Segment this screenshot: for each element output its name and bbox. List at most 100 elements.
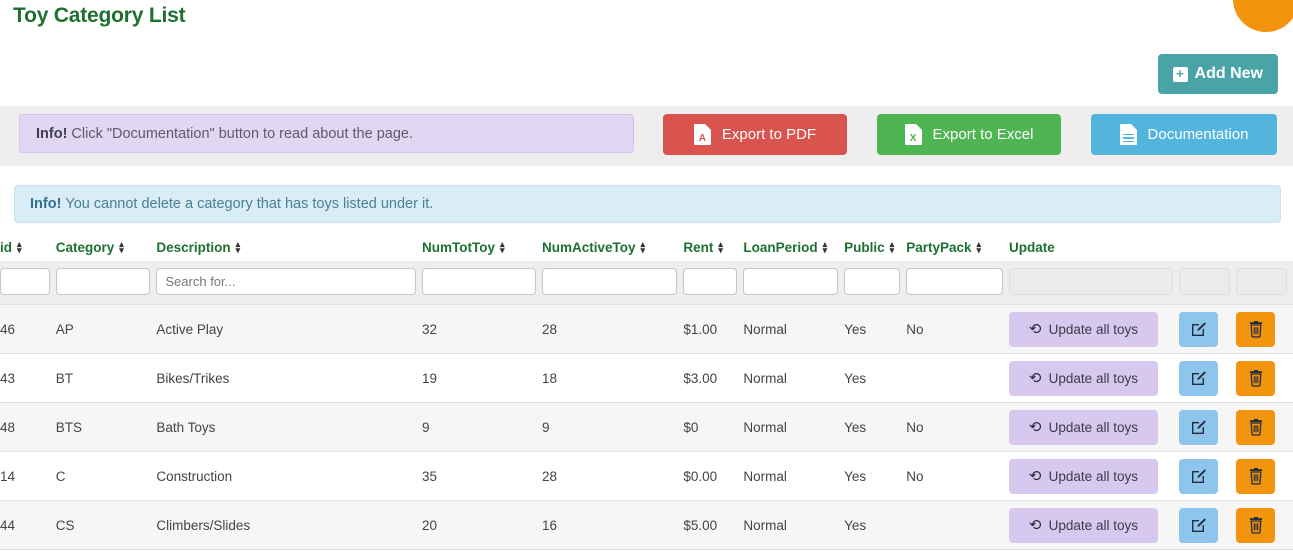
cell-category: BT [55,353,157,403]
delete-row-button[interactable] [1236,311,1276,347]
edit-row-button[interactable] [1179,507,1219,543]
table-row: 43 BT Bikes/Trikes 19 18 $3.00 Normal Yes ⟳ Updat… [0,353,1293,403]
cell-numactivetoy: 9 [542,402,684,452]
sort-toggle-icon[interactable] [890,240,895,255]
cell-delete-action [1236,402,1293,452]
cell-update-action: ⟳ Update all toys [1009,353,1180,403]
cell-update-action: ⟳ Update all toys [1009,500,1180,550]
export-to-pdf-button[interactable]: A Export to PDF [663,114,847,155]
sort-toggle-icon[interactable] [17,240,22,255]
column-header-numtottoy[interactable]: NumTotToy [422,236,542,261]
sort-toggle-icon[interactable] [641,240,646,255]
column-header-numactivetoy[interactable]: NumActiveToy [542,236,683,261]
filter-input-partypack[interactable] [906,268,1004,295]
table-row: 46 AP Active Play 32 28 $1.00 Normal Yes No ⟳ Upda… [0,304,1293,354]
sort-toggle-icon[interactable] [119,240,124,255]
filter-cell-id [0,261,56,305]
table-body: 46 AP Active Play 32 28 $1.00 Normal Yes No ⟳ Upda… [0,304,1293,550]
cell-category: BTS [55,402,157,452]
edit-row-button[interactable] [1179,409,1219,445]
filter-input-id[interactable] [0,268,50,295]
cell-rent: $3.00 [683,353,744,403]
add-new-button[interactable]: + Add New [1157,54,1278,94]
column-header-label: Update [1009,240,1055,255]
update-all-toys-button[interactable]: ⟳ Update all toys [1009,311,1159,347]
refresh-icon: ⟳ [1029,320,1042,338]
cell-edit-action [1179,304,1237,354]
column-header-action-1 [1179,236,1236,261]
table-row: 44 CS Climbers/Slides 20 16 $5.00 Normal Yes ⟳ Up… [0,500,1293,550]
cell-numtottoy: 19 [422,353,543,403]
filter-input-numtottoy[interactable] [422,268,537,295]
column-header-partypack[interactable]: PartyPack [906,236,1009,261]
cell-category: CS [55,500,157,550]
cell-description: Construction [156,451,423,501]
documentation-button[interactable]: Documentation [1091,114,1277,155]
edit-row-button[interactable] [1179,458,1219,494]
delete-row-button[interactable] [1236,409,1276,445]
column-header-label: id [0,240,12,255]
refresh-icon: ⟳ [1029,418,1042,436]
sort-toggle-icon[interactable] [718,240,723,255]
filter-input-public[interactable] [844,268,901,295]
filter-input-numactivetoy[interactable] [542,268,678,295]
filter-cell-rent [683,261,743,305]
cell-description: Climbers/Slides [156,500,423,550]
cell-loanperiod: Normal [743,402,845,452]
update-all-toys-button[interactable]: ⟳ Update all toys [1009,360,1159,396]
update-all-toys-button[interactable]: ⟳ Update all toys [1009,507,1159,543]
edit-pencil-icon [1190,468,1207,485]
sort-toggle-icon[interactable] [823,240,828,255]
delete-row-button[interactable] [1236,507,1276,543]
export-to-excel-button[interactable]: X Export to Excel [877,114,1061,155]
sort-toggle-icon[interactable] [236,240,241,255]
export-pdf-label: Export to PDF [721,126,817,143]
column-header-loanperiod[interactable]: LoanPeriod [743,236,844,261]
filter-cell-edit [1179,261,1236,305]
sort-toggle-icon[interactable] [977,240,982,255]
cell-numtottoy: 20 [422,500,543,550]
info-alert-blue-strong: Info! [30,196,62,212]
delete-row-button[interactable] [1236,360,1276,396]
filter-input-category[interactable] [55,268,151,295]
filter-cell-update [1009,261,1179,305]
filter-cell-loanperiod [743,261,844,305]
edit-row-button[interactable] [1179,311,1219,347]
column-header-category[interactable]: Category [56,236,157,261]
column-header-label: NumTotToy [422,240,496,255]
cell-numtottoy: 9 [422,402,543,452]
update-all-toys-button[interactable]: ⟳ Update all toys [1009,458,1159,494]
filter-input-rent[interactable] [683,268,738,295]
cell-update-action: ⟳ Update all toys [1009,304,1180,354]
column-header-rent[interactable]: Rent [683,236,743,261]
cell-rent: $5.00 [683,500,744,550]
cell-numactivetoy: 18 [542,353,684,403]
edit-row-button[interactable] [1179,360,1219,396]
filter-input-loanperiod[interactable] [743,268,839,295]
filter-cell-delete [1236,261,1293,305]
cell-partypack: No [906,304,1010,354]
floating-action-circle[interactable] [1233,0,1293,32]
column-header-label: Public [844,240,885,255]
update-all-toys-label: Update all toys [1048,321,1138,337]
delete-row-button[interactable] [1236,458,1276,494]
info-alert-documentation: Info! Click "Documentation" button to re… [19,114,634,153]
filter-input-description[interactable] [156,268,417,295]
column-header-action-2 [1236,236,1293,261]
edit-pencil-icon [1190,370,1207,387]
column-header-id[interactable]: id [0,236,56,261]
table-row: 14 C Construction 35 28 $0.00 Normal Yes No ⟳ Upda… [0,451,1293,501]
cell-id: 14 [0,451,56,501]
info-alert-blue-text: You cannot delete a category that has to… [65,196,434,212]
sort-toggle-icon[interactable] [500,240,505,255]
toy-category-table-wrap: id Category Description NumTotToy NumActiveT… [0,236,1293,550]
cell-rent: $0 [683,402,744,452]
cell-loanperiod: Normal [743,500,845,550]
column-header-description[interactable]: Description [156,236,422,261]
update-all-toys-button[interactable]: ⟳ Update all toys [1009,409,1159,445]
cell-edit-action [1179,402,1237,452]
column-header-public[interactable]: Public [844,236,906,261]
column-header-label: Rent [683,240,714,255]
cell-delete-action [1236,451,1293,501]
cell-description: Active Play [156,304,423,354]
